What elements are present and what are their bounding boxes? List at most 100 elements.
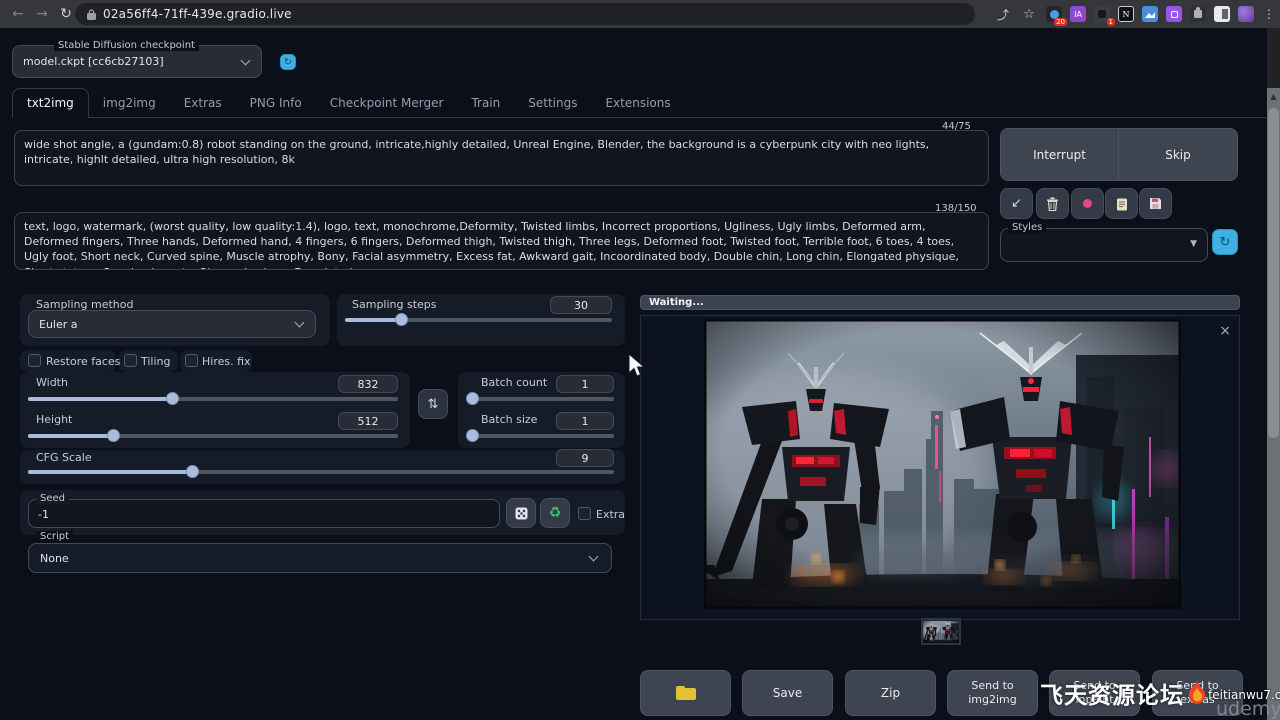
ext-dark-icon[interactable]: 1 (1094, 6, 1110, 22)
progress-bar: Waiting... (640, 295, 1240, 310)
recycle-icon: ♻ (549, 505, 562, 521)
floppy-icon (1149, 197, 1162, 210)
caret-down-icon: ▼ (1190, 239, 1197, 249)
ext-puzzle-icon[interactable] (1190, 6, 1206, 22)
refresh-icon: ↻ (284, 57, 292, 68)
address-bar[interactable]: 02a56ff4-71ff-439e.gradio.live (75, 3, 975, 25)
width-input[interactable]: 832 (338, 375, 398, 393)
width-slider[interactable] (28, 397, 398, 401)
tab-train[interactable]: Train (457, 89, 514, 117)
close-icon[interactable]: × (1219, 324, 1231, 338)
tab-bar: txt2img img2img Extras PNG Info Checkpoi… (12, 88, 1266, 118)
hires-fix-checkbox[interactable] (185, 354, 198, 367)
restore-faces-checkbox[interactable] (28, 354, 41, 367)
ext-ia-icon[interactable]: IA (1070, 6, 1086, 22)
styles-dropdown[interactable]: ▼ (1000, 228, 1208, 262)
chevron-down-icon (241, 56, 251, 66)
tiling-label: Tiling (141, 355, 171, 368)
swap-dimensions-button[interactable]: ⇅ (418, 389, 448, 419)
page-scrollbar[interactable]: ▲ (1267, 28, 1280, 720)
save-button[interactable]: Save (742, 670, 833, 716)
styles-refresh-button[interactable]: ↻ (1212, 229, 1238, 255)
batch-count-slider[interactable] (468, 397, 614, 401)
tab-txt2img[interactable]: txt2img (12, 88, 89, 118)
restore-faces-label: Restore faces (46, 355, 120, 368)
skip-button[interactable]: Skip (1119, 129, 1237, 180)
sampling-method-dropdown[interactable]: Euler a (28, 310, 316, 338)
cfg-slider[interactable] (28, 470, 614, 474)
height-slider[interactable] (28, 434, 398, 438)
apply-style-button[interactable] (1105, 188, 1138, 219)
trash-icon (1046, 197, 1059, 211)
script-value: None (40, 552, 69, 565)
open-folder-button[interactable] (640, 670, 731, 716)
clipboard-icon (1116, 197, 1128, 211)
paste-params-button[interactable]: ↙ (1000, 188, 1033, 219)
tab-settings[interactable]: Settings (514, 89, 591, 117)
lock-icon (87, 9, 96, 20)
batch-size-input[interactable]: 1 (556, 412, 614, 430)
generated-image[interactable] (704, 319, 1181, 609)
scrollbar-up-icon[interactable]: ▲ (1267, 90, 1280, 104)
swap-arrows-icon: ⇅ (428, 397, 439, 412)
watermark-site: feitianwu7.com (1208, 688, 1280, 702)
extra-seed-label: Extra (596, 508, 625, 521)
cfg-input[interactable]: 9 (556, 449, 614, 467)
seed-input[interactable]: -1 (28, 499, 500, 528)
height-input[interactable]: 512 (338, 412, 398, 430)
sampling-method-value: Euler a (39, 318, 78, 331)
ext-badge: 1 (1107, 18, 1115, 26)
zip-button[interactable]: Zip (845, 670, 936, 716)
hires-fix-label: Hires. fix (202, 355, 251, 368)
forward-icon[interactable]: → (30, 6, 54, 22)
tab-png-info[interactable]: PNG Info (236, 89, 316, 117)
folder-icon (676, 686, 696, 700)
reuse-seed-button[interactable]: ♻ (540, 498, 570, 528)
watermark-text-cn: 飞天资源论坛 (1040, 676, 1184, 710)
ext-sidebar-icon[interactable] (1214, 6, 1230, 22)
mouse-cursor (628, 353, 645, 378)
tab-extensions[interactable]: Extensions (591, 89, 684, 117)
checkpoint-refresh-button[interactable]: ↻ (280, 54, 296, 70)
seed-value: -1 (38, 508, 49, 521)
send-to-img2img-button[interactable]: Send toimg2img (947, 670, 1038, 716)
batch-count-label: Batch count (481, 376, 547, 389)
tab-checkpoint-merger[interactable]: Checkpoint Merger (316, 89, 458, 117)
sampling-steps-slider[interactable] (345, 318, 612, 322)
progress-text: Waiting... (649, 297, 704, 308)
clear-prompt-button[interactable] (1036, 188, 1069, 219)
seed-label: Seed (36, 493, 69, 504)
script-dropdown[interactable]: None (28, 543, 612, 573)
extra-seed-checkbox[interactable] (578, 507, 591, 520)
chevron-down-icon (589, 552, 599, 562)
ext-clip-icon[interactable] (1166, 6, 1182, 22)
menu-dots-icon[interactable]: ⋮ (1262, 7, 1276, 21)
prompt-textarea[interactable]: wide shot angle, a (gundam:0.8) robot st… (14, 130, 989, 186)
tab-img2img[interactable]: img2img (89, 89, 170, 117)
batch-count-input[interactable]: 1 (556, 375, 614, 393)
save-style-button[interactable] (1139, 188, 1172, 219)
extra-networks-button[interactable] (1071, 188, 1104, 219)
scrollbar-thumb[interactable] (1268, 108, 1279, 438)
share-icon[interactable]: ⤴ (994, 6, 1012, 23)
sampling-steps-input[interactable]: 30 (550, 296, 612, 314)
pink-dot-icon (1083, 199, 1092, 208)
run-buttons: Interrupt Skip (1000, 128, 1238, 181)
bookmark-star-icon[interactable]: ☆ (1020, 7, 1038, 22)
back-icon[interactable]: ← (6, 6, 30, 22)
ext-colab-icon[interactable]: 20 (1046, 6, 1062, 22)
ext-badge: 20 (1054, 18, 1067, 26)
tiling-checkbox[interactable] (124, 354, 137, 367)
ext-globe-icon[interactable] (1238, 6, 1254, 22)
cfg-label: CFG Scale (36, 451, 92, 464)
arrow-down-left-icon: ↙ (1011, 196, 1022, 211)
ext-notion-icon[interactable]: N (1118, 6, 1134, 22)
random-seed-button[interactable] (506, 498, 536, 528)
batch-size-slider[interactable] (468, 434, 614, 438)
gallery-thumbnail[interactable] (923, 620, 959, 643)
ext-image-icon[interactable] (1142, 6, 1158, 22)
tab-extras[interactable]: Extras (170, 89, 236, 117)
interrupt-button[interactable]: Interrupt (1001, 129, 1119, 180)
negative-prompt-textarea[interactable]: text, logo, watermark, (worst quality, l… (14, 212, 989, 270)
browser-toolbar: ← → ↻ 02a56ff4-71ff-439e.gradio.live ⤴ ☆… (0, 0, 1280, 28)
